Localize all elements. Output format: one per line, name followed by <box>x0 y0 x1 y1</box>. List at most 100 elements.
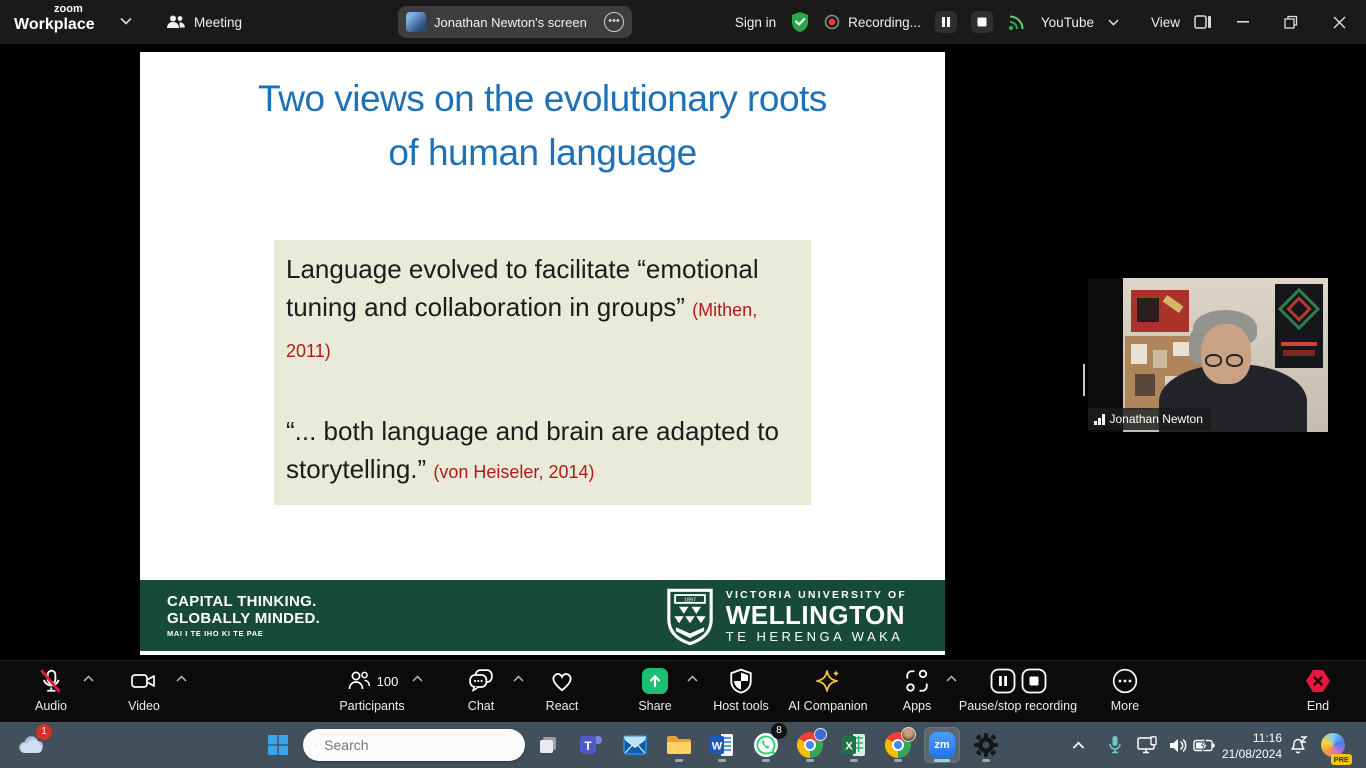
excel-icon: X <box>841 732 867 758</box>
gear-icon <box>973 732 999 758</box>
task-view-button[interactable] <box>530 727 566 763</box>
word-icon: W <box>709 732 735 758</box>
teams-app-button[interactable]: T <box>573 727 609 763</box>
citation-von-heiseler: (von Heiseler, 2014) <box>433 462 594 482</box>
university-name: VICTORIA UNIVERSITY OF WELLINGTON TE HER… <box>726 590 907 644</box>
chevron-down-icon[interactable] <box>1108 19 1119 26</box>
restore-window-button[interactable] <box>1274 7 1308 37</box>
search-icon <box>315 738 316 753</box>
bell-snooze-icon <box>1288 735 1308 755</box>
shared-screen-label: Jonathan Newton's screen <box>434 15 587 30</box>
stop-recording-button[interactable] <box>971 11 993 33</box>
participant-name: Jonathan Newton <box>1110 412 1203 426</box>
stop-recording-icon[interactable] <box>1021 668 1047 694</box>
slide-quote-box: Language evolved to facilitate “emotiona… <box>274 240 811 505</box>
microphone-muted-icon <box>38 668 64 694</box>
excel-app-button[interactable]: X <box>836 727 872 763</box>
pause-recording-button[interactable] <box>935 11 957 33</box>
zoom-logo-text: zoom <box>54 4 95 15</box>
windows-taskbar: 1 T <box>0 722 1366 768</box>
heart-icon <box>549 668 575 694</box>
view-layout-icon[interactable] <box>1194 14 1212 30</box>
participant-video-tile[interactable]: Jonathan Newton <box>1088 278 1328 432</box>
chat-bubble-icon <box>468 668 494 694</box>
tray-time: 11:16 <box>1212 730 1282 746</box>
volume-indicator[interactable] <box>1165 727 1193 763</box>
participants-button[interactable]: 100 Participants <box>317 666 427 720</box>
signal-strength-icon <box>1094 414 1105 425</box>
settings-app-button[interactable] <box>968 727 1004 763</box>
quote-von-heiseler: “... both language and brain are adapted… <box>286 412 799 491</box>
task-view-icon <box>537 734 559 756</box>
view-button[interactable]: View <box>1151 15 1180 30</box>
youtube-live-button[interactable]: YouTube <box>1041 15 1094 30</box>
minimize-button[interactable] <box>1226 7 1260 37</box>
wall-poster <box>1131 290 1189 332</box>
chevron-up-icon[interactable] <box>412 675 423 682</box>
word-app-button[interactable]: W <box>704 727 740 763</box>
svg-text:X: X <box>845 741 853 753</box>
zoom-app-button[interactable]: zm <box>924 727 960 763</box>
extension-overlay-icon <box>814 728 827 741</box>
end-meeting-button[interactable]: End <box>1273 666 1363 720</box>
svg-text:T: T <box>584 739 592 753</box>
chevron-up-icon[interactable] <box>83 675 94 682</box>
host-tools-shield-icon <box>729 668 753 694</box>
whatsapp-app-button[interactable]: 8 <box>748 727 784 763</box>
live-stream-icon <box>1007 12 1027 32</box>
weather-widget[interactable]: 1 <box>14 727 50 763</box>
chrome-profile-app-button[interactable] <box>880 727 916 763</box>
microphone-icon <box>1108 735 1122 755</box>
video-button[interactable]: Video <box>99 666 189 720</box>
audio-button[interactable]: Audio <box>6 666 96 720</box>
security-shield-icon[interactable] <box>790 11 810 33</box>
zoom-app-icon: zm <box>929 732 955 758</box>
chevron-up-icon[interactable] <box>176 675 187 682</box>
quote-mithen: Language evolved to facilitate “emotiona… <box>286 250 799 370</box>
more-ellipsis-icon <box>1112 668 1138 694</box>
start-button[interactable] <box>260 727 296 763</box>
more-button[interactable]: More <box>1080 666 1170 720</box>
wall-poster <box>1275 284 1323 368</box>
apps-icon <box>904 668 930 694</box>
sign-in-button[interactable]: Sign in <box>735 15 776 30</box>
speaker-icon <box>1169 737 1189 754</box>
university-shield-logo: 1897 <box>666 588 714 646</box>
logo-year-text: 1897 <box>684 597 696 603</box>
chrome-app-button[interactable] <box>792 727 828 763</box>
end-meeting-icon <box>1304 668 1332 694</box>
cast-display-indicator[interactable] <box>1133 727 1163 763</box>
react-button[interactable]: React <box>517 666 607 720</box>
close-button[interactable] <box>1322 7 1356 37</box>
svg-text:W: W <box>712 741 723 753</box>
pause-recording-icon[interactable] <box>990 668 1016 694</box>
notifications-button[interactable] <box>1284 727 1312 763</box>
workplace-logo-text: Workplace <box>14 17 95 33</box>
slide-title: Two views on the evolutionary roots of h… <box>140 72 945 180</box>
tray-expand-button[interactable] <box>1064 727 1092 763</box>
file-explorer-button[interactable] <box>661 727 697 763</box>
whatsapp-badge: 8 <box>771 723 787 739</box>
notification-badge: 1 <box>36 724 52 740</box>
recording-indicator: Recording... <box>824 14 921 30</box>
shared-screen-options-icon[interactable]: ••• <box>604 12 624 32</box>
zoom-workplace-logo: zoom Workplace <box>14 4 95 33</box>
chevron-down-icon[interactable] <box>120 17 132 25</box>
tab-meeting[interactable]: Meeting <box>160 8 248 36</box>
mail-app-button[interactable] <box>617 727 653 763</box>
mail-icon <box>622 732 648 758</box>
taskbar-clock[interactable]: 11:16 21/08/2024 <box>1212 727 1282 763</box>
taskbar-search[interactable] <box>303 729 525 761</box>
copilot-button[interactable]: PRE <box>1318 727 1348 763</box>
university-tagline: CAPITAL THINKING. GLOBALLY MINDED. MAI I… <box>167 593 320 638</box>
pause-stop-recording-button[interactable]: Pause/stop recording <box>938 666 1098 720</box>
participants-icon <box>346 669 372 693</box>
microphone-in-use-indicator[interactable] <box>1101 727 1129 763</box>
ai-companion-button[interactable]: AI Companion <box>773 666 883 720</box>
meeting-tab-label: Meeting <box>194 15 242 30</box>
chat-button[interactable]: Chat <box>436 666 526 720</box>
search-input[interactable] <box>324 737 505 753</box>
tray-date: 21/08/2024 <box>1212 746 1282 762</box>
share-screen-icon <box>642 668 668 694</box>
shared-screen-pill[interactable]: Jonathan Newton's screen ••• <box>398 6 632 38</box>
